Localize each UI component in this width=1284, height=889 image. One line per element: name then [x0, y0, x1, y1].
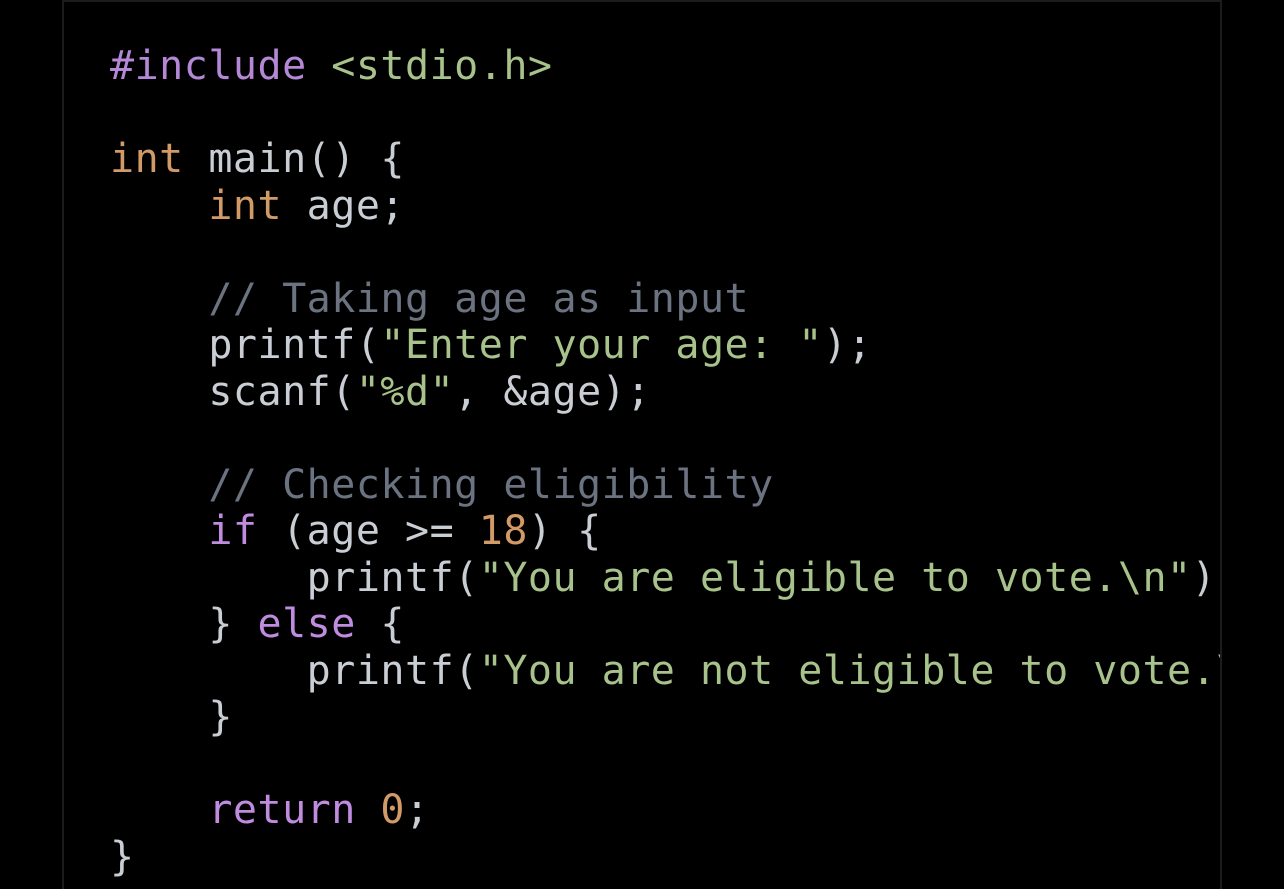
code-line: printf("Enter your age: ");	[110, 322, 1220, 369]
code-token-plain: );	[822, 322, 873, 368]
code-token-num: 0	[380, 787, 406, 833]
code-token-plain: printf(	[110, 554, 479, 601]
code-line: int age;	[110, 182, 1220, 230]
code-line: }	[110, 694, 1220, 741]
code-line: ​	[110, 229, 1220, 276]
code-token-str: "You are not eligible to vote.\n"	[478, 647, 1222, 694]
code-token-kw-type: int	[110, 136, 184, 182]
code-line: int main() {	[110, 136, 1220, 183]
code-token-plain: main() {	[183, 136, 405, 182]
code-token-plain: );	[1191, 554, 1220, 601]
code-token-kw-type: int	[208, 182, 283, 229]
code-token-plain: }	[110, 694, 233, 740]
code-token-plain: (age >=	[257, 508, 479, 554]
code-line: ​	[110, 90, 1220, 137]
code-token-plain: ;	[405, 787, 430, 833]
code-token-plain: }	[110, 601, 258, 647]
code-token-str: "Enter your age: "	[380, 322, 823, 368]
code-token-plain: }	[110, 833, 135, 880]
code-token-num: 18	[478, 508, 528, 554]
code-line: if (age >= 18) {	[110, 508, 1220, 555]
code-line: printf("You are eligible to vote.\n");	[110, 554, 1220, 602]
code-token-plain: , &age);	[454, 368, 651, 415]
code-token-cmt: // Checking eligibility	[208, 461, 774, 508]
code-line: printf("You are not eligible to vote.\n"…	[110, 647, 1222, 695]
code-token-plain: printf(	[110, 647, 479, 694]
code-line: // Taking age as input	[110, 275, 1220, 323]
code-token-plain: age;	[282, 182, 405, 229]
code-line: } else {	[110, 601, 1220, 648]
code-token-plain: {	[355, 601, 405, 647]
code-token-kw-ctrl: if	[208, 508, 258, 554]
code-token-kw-ctrl: return	[208, 787, 356, 833]
code-line: ​	[110, 415, 1220, 462]
code-line: }	[110, 833, 1220, 881]
code-token-kw-ctrl: else	[257, 601, 356, 647]
code-line: #include <stdio.h>	[110, 43, 1220, 90]
code-token-str: "You are eligible to vote.\n"	[478, 554, 1192, 601]
code-token-plain: ) {	[527, 508, 602, 554]
code-line: // Checking eligibility	[110, 461, 1220, 509]
code-block[interactable]: #include <stdio.h>​int main() { int age;…	[110, 43, 1222, 881]
code-editor[interactable]: #include <stdio.h>​int main() { int age;…	[62, 0, 1222, 889]
code-line: ​	[110, 741, 1220, 788]
code-line: scanf("%d", &age);	[110, 368, 1220, 416]
code-token-plain: printf(	[110, 322, 381, 368]
code-token-str: <stdio.h>	[331, 43, 553, 89]
code-token-cmt: // Taking age as input	[208, 275, 750, 322]
code-line: return 0;	[110, 787, 1220, 834]
code-token-plain: scanf(	[110, 368, 356, 415]
code-token-str: "%d"	[355, 368, 455, 415]
code-token-pre: #include	[110, 43, 307, 89]
